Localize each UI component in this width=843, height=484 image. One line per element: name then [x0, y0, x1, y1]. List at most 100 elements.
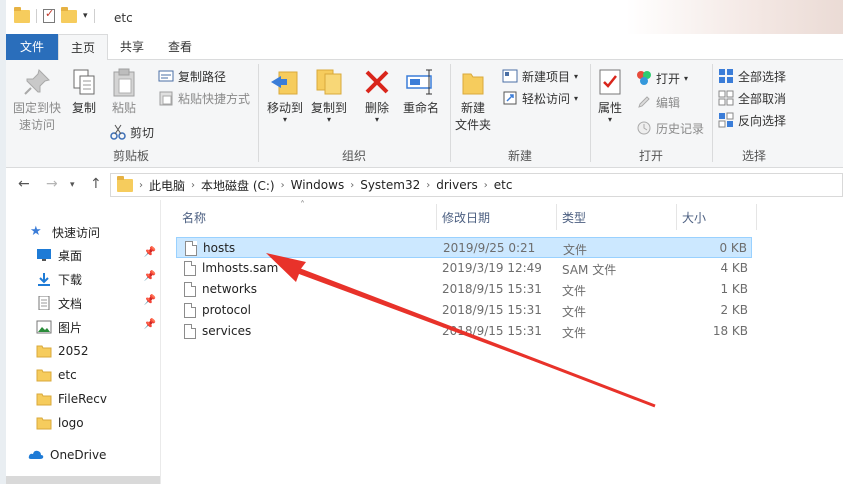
chevron-right-icon[interactable]: ›: [350, 180, 354, 191]
divider[interactable]: [676, 204, 677, 230]
forward-arrow-icon[interactable]: →: [46, 176, 58, 192]
pin-icon[interactable]: 📌: [144, 295, 156, 306]
breadcrumb-etc[interactable]: etc: [494, 178, 513, 192]
breadcrumb-windows[interactable]: Windows: [291, 178, 345, 192]
cut-button[interactable]: 剪切: [110, 122, 154, 142]
properties-icon[interactable]: [43, 7, 55, 23]
delete-button[interactable]: 删除 ▾: [360, 66, 394, 124]
select-all-button[interactable]: 全部选择: [718, 66, 786, 86]
breadcrumb-drivers[interactable]: drivers: [436, 178, 478, 192]
move-to-button[interactable]: 移动到 ▾: [264, 66, 306, 124]
file-size: 0 KB: [719, 241, 747, 255]
table-row[interactable]: networks 2018/9/15 15:31 文件 1 KB: [176, 279, 752, 300]
sidebar-item-2052[interactable]: 2052: [36, 339, 160, 363]
chevron-right-icon[interactable]: ›: [426, 180, 430, 191]
up-arrow-icon[interactable]: ↑: [90, 176, 102, 192]
copy-to-button[interactable]: 复制到 ▾: [308, 66, 350, 124]
tab-view[interactable]: 查看: [156, 34, 204, 60]
tab-share[interactable]: 共享: [108, 34, 156, 60]
file-name: protocol: [202, 303, 251, 317]
sidebar-item-documents[interactable]: 文档 📌: [36, 291, 160, 315]
address-bar[interactable]: › 此电脑 › 本地磁盘 (C:) › Windows › System32 ›…: [110, 173, 843, 197]
sidebar-item-quick-access[interactable]: ★ 快速访问: [30, 220, 160, 244]
pin-icon[interactable]: 📌: [144, 247, 156, 258]
sidebar-item-etc[interactable]: etc: [36, 363, 160, 387]
table-row[interactable]: lmhosts.sam 2019/3/19 12:49 SAM 文件 4 KB: [176, 258, 752, 279]
table-row[interactable]: protocol 2018/9/15 15:31 文件 2 KB: [176, 300, 752, 321]
sort-ascending-icon: ˄: [300, 200, 305, 211]
delete-icon: [361, 66, 393, 98]
file-date: 2019/3/19 12:49: [442, 261, 542, 275]
table-row[interactable]: services 2018/9/15 15:31 文件 18 KB: [176, 321, 752, 342]
column-header-name[interactable]: 名称: [182, 206, 206, 228]
folder-icon: [36, 392, 52, 406]
sidebar-item-onedrive[interactable]: OneDrive: [28, 443, 160, 467]
pin-to-quick-access-button[interactable]: 固定到快 速访问: [8, 66, 66, 134]
sidebar-item-label: etc: [58, 368, 77, 382]
chevron-down-icon: ▾: [282, 115, 287, 124]
file-icon: [184, 324, 196, 339]
open-group-label: 打开: [638, 149, 663, 163]
file-icon: [185, 241, 197, 256]
back-arrow-icon[interactable]: ←: [18, 176, 30, 192]
rename-button[interactable]: 重命名: [400, 66, 442, 117]
download-icon: [36, 272, 52, 286]
chevron-right-icon[interactable]: ›: [281, 180, 285, 191]
divider[interactable]: [556, 204, 557, 230]
copy-path-button[interactable]: 复制路径: [158, 66, 226, 86]
select-all-label: 全部选择: [738, 69, 787, 84]
folder-icon: [36, 416, 52, 430]
chevron-right-icon[interactable]: ›: [191, 180, 195, 191]
paste-button[interactable]: 粘贴: [106, 66, 142, 117]
new-item-button[interactable]: 新建项目 ▾: [502, 66, 578, 86]
divider[interactable]: [756, 204, 757, 230]
open-group: 属性 ▾ 打开 ▾ 编辑 历史记录 打开: [592, 60, 710, 168]
column-header-size[interactable]: 大小: [682, 206, 706, 228]
tab-home[interactable]: 主页: [58, 34, 109, 61]
column-header-date[interactable]: 修改日期: [442, 206, 490, 228]
breadcrumb-this-pc[interactable]: 此电脑: [149, 177, 185, 194]
sidebar-item-desktop[interactable]: 桌面 📌: [36, 243, 160, 267]
sidebar-item-label: logo: [58, 416, 84, 430]
paste-shortcut-button[interactable]: 粘贴快捷方式: [158, 88, 250, 108]
invert-selection-button[interactable]: 反向选择: [718, 110, 786, 130]
new-folder-button[interactable]: 新建 文件夹: [452, 66, 494, 134]
tab-file[interactable]: 文件: [6, 34, 59, 60]
properties-button[interactable]: 属性 ▾: [594, 66, 626, 124]
sidebar-item-pictures[interactable]: 图片 📌: [36, 315, 160, 339]
pin-icon[interactable]: 📌: [144, 319, 156, 330]
folder-icon: [36, 368, 52, 382]
history-button[interactable]: 历史记录: [636, 118, 704, 138]
select-none-button[interactable]: 全部取消: [718, 88, 786, 108]
sidebar-item-downloads[interactable]: 下载 📌: [36, 267, 160, 291]
pin-to-quick-access-label: 固定到快 速访问: [12, 101, 61, 132]
new-group-label: 新建: [507, 149, 532, 163]
sidebar-item-label: 图片: [58, 320, 83, 335]
sidebar-item-logo[interactable]: logo: [36, 411, 160, 435]
file-name: services: [202, 324, 252, 338]
chevron-right-icon[interactable]: ›: [484, 180, 488, 191]
select-group: 全部选择 全部取消 反向选择 选择: [714, 60, 794, 168]
divider[interactable]: [436, 204, 437, 230]
customize-toolbar-chevron-icon[interactable]: ▾: [83, 11, 88, 21]
pin-icon[interactable]: 📌: [144, 271, 156, 282]
move-to-icon: [269, 66, 301, 98]
breadcrumb-local-disk[interactable]: 本地磁盘 (C:): [201, 177, 275, 194]
quick-access-toolbar: ▾: [14, 6, 95, 23]
open-button[interactable]: 打开 ▾: [636, 68, 688, 88]
file-size: 1 KB: [720, 282, 748, 296]
breadcrumb-system32[interactable]: System32: [360, 178, 420, 192]
easy-access-button[interactable]: 轻松访问 ▾: [502, 88, 578, 108]
sidebar-item-this-pc-partial[interactable]: [6, 476, 160, 484]
copy-icon: [68, 66, 100, 98]
title-bar-background: [626, 0, 843, 34]
edit-button[interactable]: 编辑: [636, 92, 680, 112]
new-folder-icon[interactable]: [61, 6, 77, 23]
file-size: 4 KB: [720, 261, 748, 275]
table-row[interactable]: hosts 2019/9/25 0:21 文件 0 KB: [176, 237, 752, 258]
sidebar-item-filerecv[interactable]: FileRecv: [36, 387, 160, 411]
recent-locations-chevron-icon[interactable]: ▾: [70, 180, 75, 190]
copy-button[interactable]: 复制: [66, 66, 102, 117]
chevron-right-icon[interactable]: ›: [139, 180, 143, 191]
column-header-type[interactable]: 类型: [562, 206, 586, 228]
